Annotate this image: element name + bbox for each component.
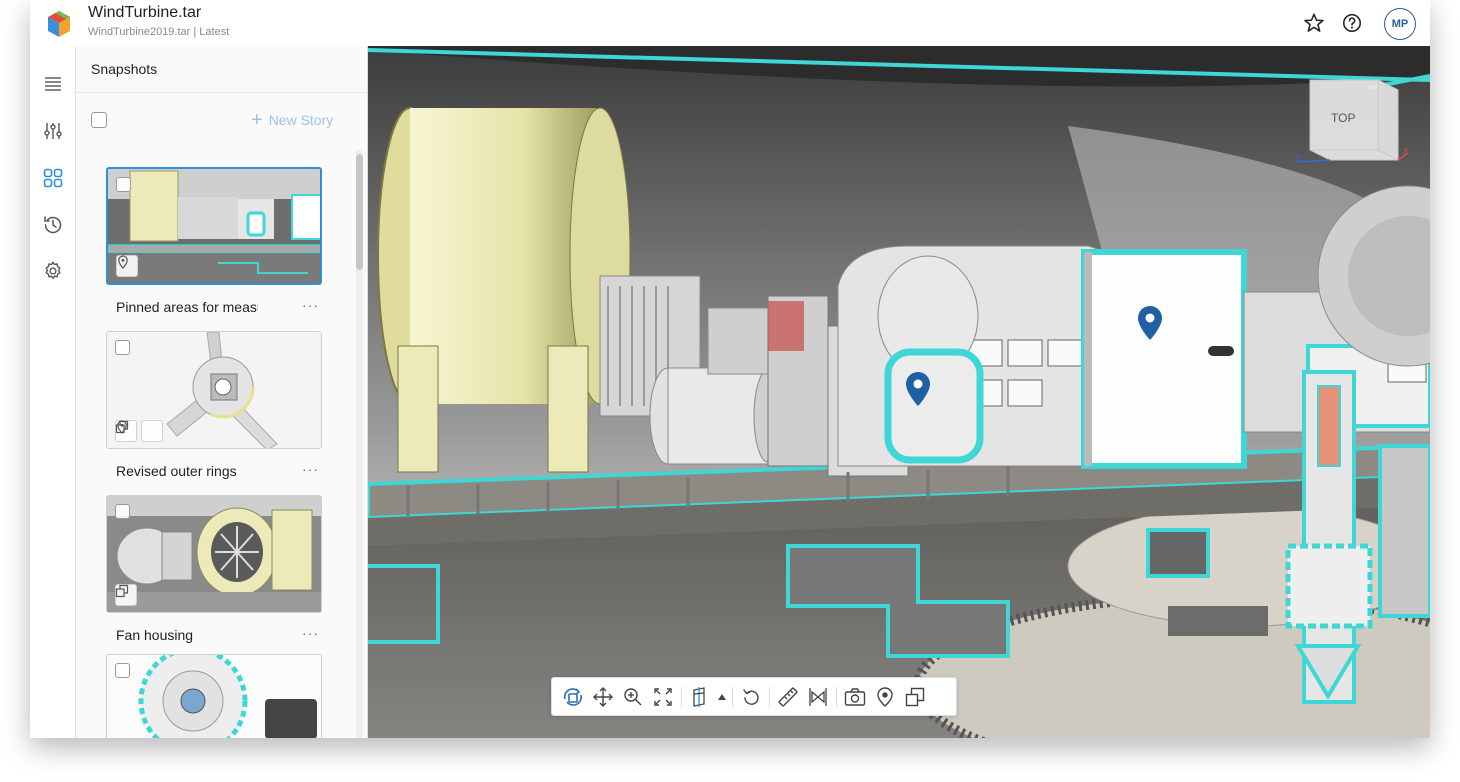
snapshot-thumbnail[interactable]	[106, 331, 322, 449]
fit-icon[interactable]	[648, 682, 678, 712]
snapshot-checkbox[interactable]	[115, 663, 130, 678]
view-cube-label[interactable]: TOP	[1331, 111, 1355, 125]
toolbar-divider	[769, 686, 770, 707]
section-icon[interactable]	[685, 682, 715, 712]
axis-z-label: Z	[1296, 154, 1301, 163]
user-avatar[interactable]: MP	[1384, 8, 1416, 40]
snapshot-card[interactable]: Revised outer rings ···	[106, 331, 322, 479]
toolbar-divider	[732, 686, 733, 707]
snapshot-checkbox[interactable]	[115, 340, 130, 355]
toolbar-divider	[836, 686, 837, 707]
star-icon[interactable]	[1302, 11, 1326, 35]
snapshot-thumbnail[interactable]	[106, 654, 322, 738]
new-story-button[interactable]: + New Story	[251, 109, 334, 131]
snapshot-preview-image	[107, 655, 321, 738]
panel-title: Snapshots	[91, 61, 158, 77]
pin-icon[interactable]	[870, 682, 900, 712]
orbit-icon[interactable]	[558, 682, 588, 712]
viewer-toolbar	[551, 677, 957, 716]
snapshot-badges	[115, 584, 137, 606]
markup-icon	[115, 584, 137, 606]
axis-x-label: X	[1403, 147, 1409, 156]
more-options-button[interactable]: ···	[302, 297, 319, 313]
select-all-checkbox[interactable]	[91, 112, 107, 128]
markup-icon[interactable]	[900, 682, 930, 712]
plus-icon: +	[251, 109, 263, 131]
snapshot-card[interactable]: Pinned areas for measu ···	[106, 167, 322, 315]
app-header: WindTurbine.tar WindTurbine2019.tar | La…	[30, 0, 1430, 46]
list-icon[interactable]	[41, 72, 65, 96]
document-version: WindTurbine2019.tar | Latest	[88, 26, 230, 38]
reset-icon[interactable]	[736, 682, 766, 712]
snapshot-thumbnail[interactable]	[106, 167, 322, 285]
snapshot-checkbox[interactable]	[115, 504, 130, 519]
help-icon[interactable]	[1340, 11, 1364, 35]
snapshot-thumbnail[interactable]	[106, 495, 322, 613]
snapshot-title[interactable]: Pinned areas for measu	[116, 299, 258, 315]
snapshot-card[interactable]: Fan housing ···	[106, 495, 322, 643]
sliders-icon[interactable]	[41, 119, 65, 143]
camera-icon[interactable]	[840, 682, 870, 712]
snapshot-preview-image	[107, 496, 321, 612]
panel-scrollbar[interactable]	[356, 150, 363, 738]
scrollbar-thumb[interactable]	[356, 154, 363, 270]
markup-icon	[115, 420, 163, 442]
toolbar-divider	[681, 686, 682, 707]
caret-up-icon[interactable]	[715, 682, 729, 712]
history-icon[interactable]	[41, 213, 65, 237]
wind-turbine-model-render	[368, 46, 1430, 738]
new-story-label: New Story	[268, 112, 334, 128]
snapshots-panel: Snapshots + New Story Pinned areas for m…	[76, 46, 368, 738]
app-logo-icon[interactable]	[44, 9, 74, 39]
snapshot-checkbox[interactable]	[116, 177, 131, 192]
left-nav-rail	[30, 46, 76, 738]
document-title: WindTurbine.tar	[88, 4, 202, 21]
snapshot-title[interactable]: Revised outer rings	[116, 463, 258, 479]
measure-icon[interactable]	[773, 682, 803, 712]
pin-icon	[116, 255, 138, 277]
snapshot-badges	[115, 420, 163, 442]
snapshot-card[interactable]	[106, 654, 322, 738]
zoom-icon[interactable]	[618, 682, 648, 712]
divider	[76, 92, 368, 93]
compare-icon[interactable]	[803, 682, 833, 712]
more-options-button[interactable]: ···	[302, 625, 319, 641]
more-options-button[interactable]: ···	[302, 461, 319, 477]
pan-icon[interactable]	[588, 682, 618, 712]
view-cube[interactable]	[1298, 76, 1408, 176]
snapshot-title[interactable]: Fan housing	[116, 627, 258, 643]
snapshot-preview-image	[108, 169, 320, 283]
3d-viewport[interactable]: TOP Z X	[368, 46, 1430, 738]
grid-icon[interactable]	[41, 166, 65, 190]
snapshot-badges	[116, 255, 138, 277]
gear-icon[interactable]	[41, 259, 65, 283]
app-window: WindTurbine.tar WindTurbine2019.tar | La…	[30, 0, 1430, 738]
